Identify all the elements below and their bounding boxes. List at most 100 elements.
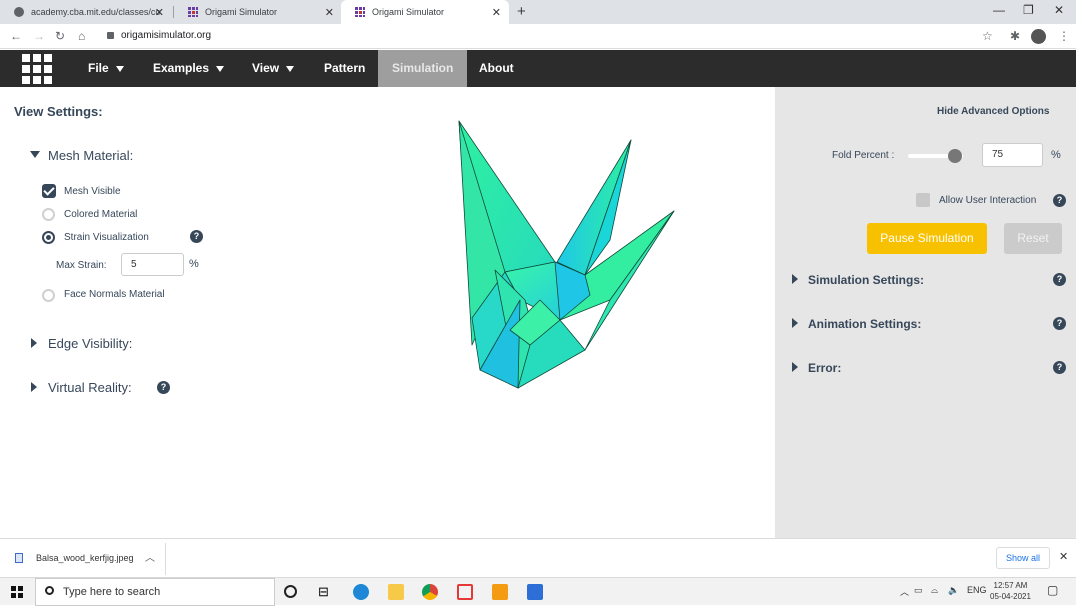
download-filename[interactable]: Balsa_wood_kerfjig.jpeg xyxy=(36,553,134,563)
chevron-up-icon[interactable]: ︿ xyxy=(145,549,155,564)
close-icon[interactable]: ✕ xyxy=(1059,550,1068,563)
origami-grid-icon xyxy=(355,7,365,17)
help-icon[interactable]: ? xyxy=(1053,317,1066,330)
max-strain-label: Max Strain: xyxy=(56,260,107,271)
browser-tab-active[interactable]: Origami Simulator ✕ xyxy=(341,0,509,24)
menu-simulation[interactable]: Simulation xyxy=(378,50,468,87)
strain-visualization-radio[interactable] xyxy=(42,231,55,244)
search-icon xyxy=(45,586,54,595)
close-icon[interactable]: ✕ xyxy=(492,6,501,19)
app-nav: File Examples View Pattern Simulation Ab… xyxy=(0,50,1076,87)
app-icon[interactable] xyxy=(457,584,473,600)
search-placeholder: Type here to search xyxy=(63,586,161,598)
show-all-button[interactable]: Show all xyxy=(996,547,1050,569)
chevron-up-icon[interactable]: ︿ xyxy=(900,585,909,598)
chevron-down-icon xyxy=(286,65,295,72)
browser-tab[interactable]: academy.cba.mit.edu/classes/co ✕ xyxy=(0,0,172,24)
view-settings-title: View Settings: xyxy=(14,104,103,119)
logo-icon[interactable] xyxy=(22,54,52,84)
mesh-visible-checkbox[interactable] xyxy=(42,184,56,198)
expand-icon[interactable] xyxy=(31,338,37,348)
fold-percent-unit: % xyxy=(1051,149,1061,161)
extensions-icon[interactable]: ✱ xyxy=(1010,29,1020,43)
origami-crane xyxy=(458,120,675,389)
colored-material-label: Colored Material xyxy=(64,209,138,220)
reload-icon[interactable]: ↻ xyxy=(55,29,65,43)
image-file-icon xyxy=(15,553,23,563)
back-icon[interactable]: ← xyxy=(10,29,22,43)
battery-icon[interactable]: ▭ xyxy=(914,585,923,596)
taskbar: Type here to search ⊟ ︿ ▭ ⌓ 🔈 ENG 12:57 … xyxy=(0,577,1076,606)
avatar[interactable] xyxy=(1031,29,1046,44)
chrome-icon[interactable] xyxy=(422,584,438,600)
help-icon[interactable]: ? xyxy=(1053,273,1066,286)
fold-percent-input[interactable]: 75 xyxy=(982,143,1043,167)
home-icon[interactable]: ⌂ xyxy=(78,29,85,43)
language-indicator[interactable]: ENG xyxy=(967,585,987,595)
menu-pattern[interactable]: Pattern xyxy=(324,50,365,87)
taskbar-search[interactable]: Type here to search xyxy=(35,578,275,606)
chevron-down-icon xyxy=(216,65,225,72)
expand-icon[interactable] xyxy=(30,151,40,158)
virtual-reality-label[interactable]: Virtual Reality: xyxy=(48,380,132,395)
globe-icon xyxy=(14,7,24,17)
reset-button[interactable]: Reset xyxy=(1004,223,1062,254)
pause-simulation-button[interactable]: Pause Simulation xyxy=(867,223,987,254)
tab-title: academy.cba.mit.edu/classes/co xyxy=(31,7,161,17)
chevron-down-icon xyxy=(115,65,124,72)
url-field[interactable]: origamisimulator.org xyxy=(121,30,211,41)
expand-icon[interactable] xyxy=(792,362,798,372)
simulation-canvas[interactable] xyxy=(440,110,690,400)
expand-icon[interactable] xyxy=(792,274,798,284)
edge-visibility-label[interactable]: Edge Visibility: xyxy=(48,336,132,351)
cortana-icon[interactable] xyxy=(284,585,297,598)
menu-file[interactable]: File xyxy=(88,50,124,87)
help-icon[interactable]: ? xyxy=(157,381,170,394)
volume-icon[interactable]: 🔈 xyxy=(948,585,959,596)
close-icon[interactable]: ✕ xyxy=(155,6,164,19)
animation-settings-label[interactable]: Animation Settings: xyxy=(808,317,921,331)
star-icon[interactable]: ☆ xyxy=(982,29,993,43)
address-bar: ← → ↻ ⌂ origamisimulator.org ☆ ✱ ⋮ xyxy=(0,24,1076,49)
expand-icon[interactable] xyxy=(792,318,798,328)
menu-about[interactable]: About xyxy=(479,50,514,87)
face-normals-label: Face Normals Material xyxy=(64,289,165,300)
window-close-icon[interactable]: ✕ xyxy=(1054,3,1064,17)
browser-tab[interactable]: Origami Simulator ✕ xyxy=(174,0,342,24)
tab-title: Origami Simulator xyxy=(205,7,278,17)
max-strain-unit: % xyxy=(189,258,199,270)
fusion-icon[interactable] xyxy=(492,584,508,600)
new-tab-icon[interactable]: + xyxy=(517,3,526,20)
hide-advanced-link[interactable]: Hide Advanced Options xyxy=(937,106,1049,117)
expand-icon[interactable] xyxy=(31,382,37,392)
network-icon[interactable]: ⌓ xyxy=(931,585,938,596)
simulation-settings-label[interactable]: Simulation Settings: xyxy=(808,273,924,287)
clock[interactable]: 12:57 AM 05-04-2021 xyxy=(990,580,1031,602)
slider-thumb[interactable] xyxy=(948,149,962,163)
lock-icon[interactable] xyxy=(107,32,114,39)
windows-start-icon[interactable] xyxy=(11,586,23,598)
forward-icon[interactable]: → xyxy=(33,29,45,43)
face-normals-radio[interactable] xyxy=(42,289,55,302)
error-label[interactable]: Error: xyxy=(808,361,841,375)
mesh-material-label[interactable]: Mesh Material: xyxy=(48,148,133,163)
edge-icon[interactable] xyxy=(353,584,369,600)
help-icon[interactable]: ? xyxy=(190,230,203,243)
menu-view[interactable]: View xyxy=(252,50,295,87)
maximize-icon[interactable]: ❐ xyxy=(1023,3,1034,17)
menu-dots-icon[interactable]: ⋮ xyxy=(1058,29,1070,43)
close-icon[interactable]: ✕ xyxy=(325,6,334,19)
colored-material-radio[interactable] xyxy=(42,208,55,221)
file-explorer-icon[interactable] xyxy=(388,584,404,600)
tab-title: Origami Simulator xyxy=(372,7,445,17)
allow-interaction-checkbox[interactable] xyxy=(916,193,930,207)
menu-examples[interactable]: Examples xyxy=(153,50,225,87)
help-icon[interactable]: ? xyxy=(1053,194,1066,207)
minimize-icon[interactable]: — xyxy=(993,3,1005,17)
help-icon[interactable]: ? xyxy=(1053,361,1066,374)
photos-icon[interactable] xyxy=(527,584,543,600)
max-strain-input[interactable]: 5 xyxy=(121,253,184,276)
task-view-icon[interactable]: ⊟ xyxy=(318,584,334,600)
notification-icon[interactable]: ▢ xyxy=(1047,583,1058,597)
fold-percent-label: Fold Percent : xyxy=(832,150,895,161)
